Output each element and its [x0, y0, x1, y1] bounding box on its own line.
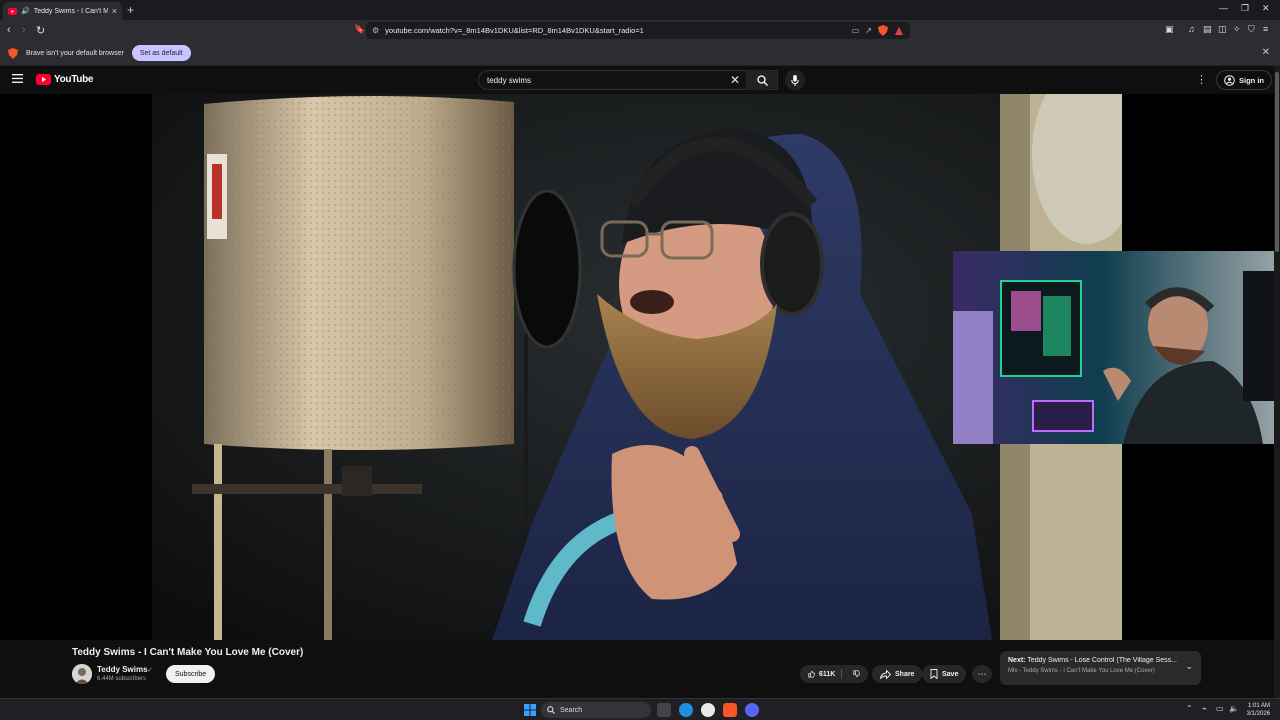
share-icon: [880, 669, 891, 679]
system-clock[interactable]: 1:01 AM 3/1/2026: [1247, 702, 1270, 718]
infobar-message: Brave isn't your default browser: [26, 49, 124, 57]
dislike-icon[interactable]: [853, 669, 860, 679]
channel-name[interactable]: Teddy Swims: [97, 665, 148, 674]
back-icon[interactable]: ‹: [7, 24, 11, 36]
brave-taskbar-icon[interactable]: [723, 703, 737, 717]
site-settings-icon[interactable]: ⚙: [372, 26, 379, 35]
windows-taskbar: Search ⌃ ⌁ ▭ 🔈 1:01 AM 3/1/2026: [0, 698, 1280, 720]
taskbar-search-box[interactable]: Search: [541, 702, 651, 718]
hamburger-menu-icon[interactable]: [12, 74, 23, 83]
like-dislike-group: 611K: [800, 665, 868, 683]
leo-ai-icon[interactable]: ✧: [1233, 24, 1241, 35]
like-icon[interactable]: [808, 669, 815, 679]
search-input[interactable]: [487, 75, 769, 85]
forward-icon[interactable]: ›: [22, 24, 26, 36]
task-view-icon[interactable]: [657, 703, 671, 717]
bookmark-icon[interactable]: 🔖: [354, 24, 365, 35]
webcam-illustration: [953, 251, 1280, 444]
youtube-wordmark: YouTube: [54, 74, 94, 85]
chevron-down-icon[interactable]: ⌄: [1185, 661, 1193, 672]
share-label: Share: [895, 670, 915, 678]
browser-menu-icon[interactable]: ≡: [1263, 24, 1268, 34]
display-icon[interactable]: ▭: [1216, 704, 1224, 713]
video-player[interactable]: [0, 94, 1280, 640]
clock-date: 3/1/2026: [1246, 711, 1270, 717]
clock-time: 1:01 AM: [1247, 703, 1270, 709]
like-count[interactable]: 611K: [819, 671, 835, 678]
taskbar-search-label: Search: [560, 706, 583, 714]
next-up-title: Teddy Swims - Lose Control (The Village …: [1027, 657, 1177, 664]
network-icon[interactable]: ⌁: [1202, 704, 1207, 713]
reading-list-icon[interactable]: ▤: [1203, 24, 1212, 35]
search-icon: [756, 74, 768, 86]
like-divider: [841, 669, 842, 679]
microphone-icon: [791, 74, 799, 86]
youtube-header: YouTube ✕ ⋮ Sign in: [0, 66, 1280, 94]
more-actions-icon[interactable]: ⋯: [972, 665, 992, 683]
set-as-default-button[interactable]: Set as default: [131, 45, 191, 61]
sign-in-button[interactable]: Sign in: [1216, 70, 1272, 90]
voice-search-button[interactable]: [785, 70, 805, 90]
discord-icon[interactable]: [745, 703, 759, 717]
brave-shields-icon[interactable]: [878, 25, 888, 36]
brave-logo-icon: [8, 47, 18, 59]
volume-icon[interactable]: 🔈: [1229, 704, 1239, 713]
restore-icon[interactable]: ❐: [1241, 3, 1249, 14]
address-bar[interactable]: ⚙ youtube.com/watch?v=_8m14Bv1DKU&list=R…: [366, 22, 910, 39]
sign-in-label: Sign in: [1239, 75, 1264, 85]
next-up-subtitle: Mix - Teddy Swims - I Can't Make You Lov…: [1008, 668, 1155, 674]
edge-browser-icon[interactable]: [679, 703, 693, 717]
next-up-prefix: Next:: [1008, 657, 1026, 664]
account-circle-icon: [1224, 74, 1235, 86]
sidebar-panel-icon[interactable]: ▣: [1165, 24, 1174, 35]
save-playlist-icon: [930, 669, 938, 679]
wallet-icon[interactable]: ◫: [1218, 24, 1227, 35]
search-icon: [547, 706, 555, 714]
new-tab-icon[interactable]: +: [127, 3, 134, 17]
cast-icon[interactable]: ▭: [852, 26, 860, 35]
streamer-webcam-overlay: [953, 251, 1280, 444]
save-button[interactable]: Save: [922, 665, 967, 683]
default-browser-infobar: Brave isn't your default browser Set as …: [0, 41, 1280, 66]
next-up-card[interactable]: Next: Teddy Swims - Lose Control (The Vi…: [1000, 651, 1201, 685]
next-up-line: Next: Teddy Swims - Lose Control (The Vi…: [1008, 657, 1178, 664]
share-page-icon[interactable]: ↗: [865, 26, 872, 35]
browser-tab-active[interactable]: 🔊 Teddy Swims - I Can't Make Y ×: [3, 2, 122, 20]
browser-nav-bar: ‹ › ↻ 🔖 ⚙ youtube.com/watch?v=_8m14Bv1DK…: [0, 20, 1280, 41]
share-button[interactable]: Share: [872, 665, 923, 683]
subscribe-button[interactable]: Subscribe: [166, 665, 216, 683]
save-label: Save: [942, 670, 959, 678]
video-info-section: Teddy Swims - I Can't Make You Love Me (…: [0, 640, 1280, 698]
youtube-play-icon: [36, 74, 51, 85]
windows-start-icon[interactable]: [523, 703, 537, 717]
youtube-logo[interactable]: YouTube: [36, 74, 94, 85]
audio-playing-icon[interactable]: 🔊: [21, 7, 30, 15]
url-text: youtube.com/watch?v=_8m14Bv1DKU&list=RD_…: [385, 26, 644, 35]
media-icon[interactable]: ♫: [1188, 24, 1195, 34]
search-button[interactable]: [746, 70, 778, 90]
settings-more-icon[interactable]: ⋮: [1196, 73, 1207, 86]
minimize-icon[interactable]: —: [1219, 3, 1228, 13]
tab-title: Teddy Swims - I Can't Make Y: [33, 7, 108, 15]
infobar-close-icon[interactable]: ✕: [1262, 47, 1270, 58]
verified-badge-icon: ✓: [147, 667, 153, 674]
browser-tab-bar: 🔊 Teddy Swims - I Can't Make Y × + — ❐ ✕: [0, 0, 1280, 20]
page-scrollbar[interactable]: [1274, 66, 1280, 698]
tray-chevron-icon[interactable]: ⌃: [1186, 704, 1193, 713]
brave-rewards-icon[interactable]: [894, 26, 904, 36]
channel-avatar[interactable]: [72, 664, 92, 684]
youtube-favicon-icon: [8, 7, 17, 15]
tab-close-icon[interactable]: ×: [112, 6, 117, 16]
reload-icon[interactable]: ↻: [36, 24, 45, 37]
subscriber-count: 6.44M subscribers: [97, 676, 147, 682]
window-close-icon[interactable]: ✕: [1262, 3, 1270, 14]
video-title: Teddy Swims - I Can't Make You Love Me (…: [72, 647, 304, 658]
chrome-browser-icon[interactable]: [701, 703, 715, 717]
scrollbar-thumb[interactable]: [1275, 72, 1279, 252]
clear-search-icon[interactable]: ✕: [730, 73, 740, 87]
vpn-icon[interactable]: ⛉: [1248, 24, 1255, 35]
